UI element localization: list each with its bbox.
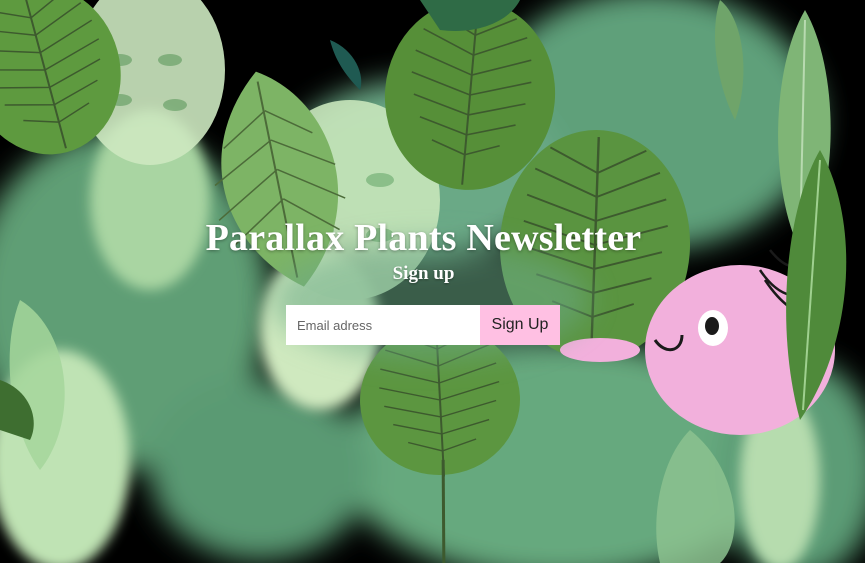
page-title: Parallax Plants Newsletter [205, 217, 642, 259]
newsletter-signup-form: Sign Up [286, 305, 560, 345]
hero-content: Parallax Plants Newsletter Sign up Sign … [0, 0, 865, 563]
sign-up-button[interactable]: Sign Up [480, 305, 560, 345]
email-input[interactable] [286, 305, 480, 345]
newsletter-page: Parallax Plants Newsletter Sign up Sign … [0, 0, 865, 563]
page-subtitle: Sign up [392, 263, 455, 284]
